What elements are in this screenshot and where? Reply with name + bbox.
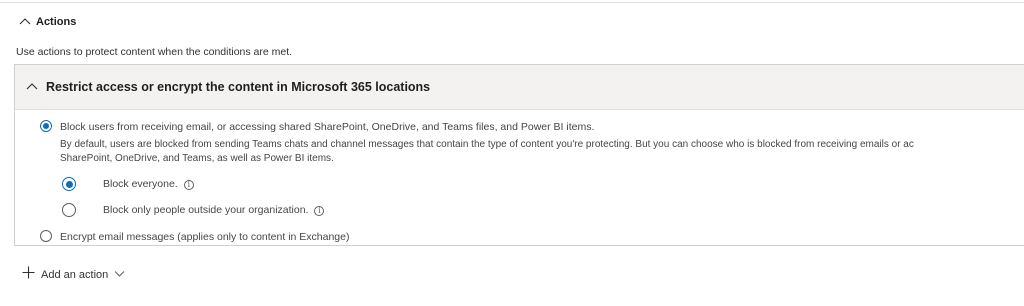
block-outside-org-radio[interactable] (62, 203, 76, 217)
actions-section-toggle[interactable]: Actions (18, 15, 76, 29)
info-icon[interactable]: i (314, 206, 325, 216)
block-everyone-radio[interactable] (62, 177, 76, 191)
encrypt-email-label: Encrypt email messages (applies only to … (60, 231, 350, 243)
chevron-up-icon (25, 80, 39, 94)
block-users-description-line1: By default, users are blocked from sendi… (60, 139, 914, 150)
encrypt-email-radio[interactable] (40, 230, 52, 242)
add-action-label: Add an action (41, 269, 109, 281)
actions-title: Actions (36, 16, 77, 28)
block-users-radio[interactable] (40, 120, 52, 132)
add-action-button[interactable]: Add an action (22, 266, 125, 284)
info-icon[interactable]: i (183, 180, 194, 190)
chevron-down-icon (114, 266, 125, 284)
chevron-up-icon (18, 15, 32, 29)
block-everyone-label: Block everyone. (103, 178, 178, 190)
panel-title: Restrict access or encrypt the content i… (46, 80, 431, 94)
block-users-description: By default, users are blocked from sendi… (60, 138, 914, 166)
block-users-label: Block users from receiving email, or acc… (60, 121, 595, 133)
block-users-description-line2: SharePoint, OneDrive, and Teams, as well… (60, 153, 334, 164)
block-everyone-option: Block everyone. i (103, 178, 194, 190)
restrict-access-panel-header[interactable]: Restrict access or encrypt the content i… (15, 65, 1024, 110)
actions-description: Use actions to protect content when the … (16, 46, 293, 58)
top-divider (0, 2, 1024, 3)
plus-icon (22, 266, 35, 284)
block-outside-org-option: Block only people outside your organizat… (103, 204, 325, 216)
block-outside-org-label: Block only people outside your organizat… (103, 204, 309, 216)
